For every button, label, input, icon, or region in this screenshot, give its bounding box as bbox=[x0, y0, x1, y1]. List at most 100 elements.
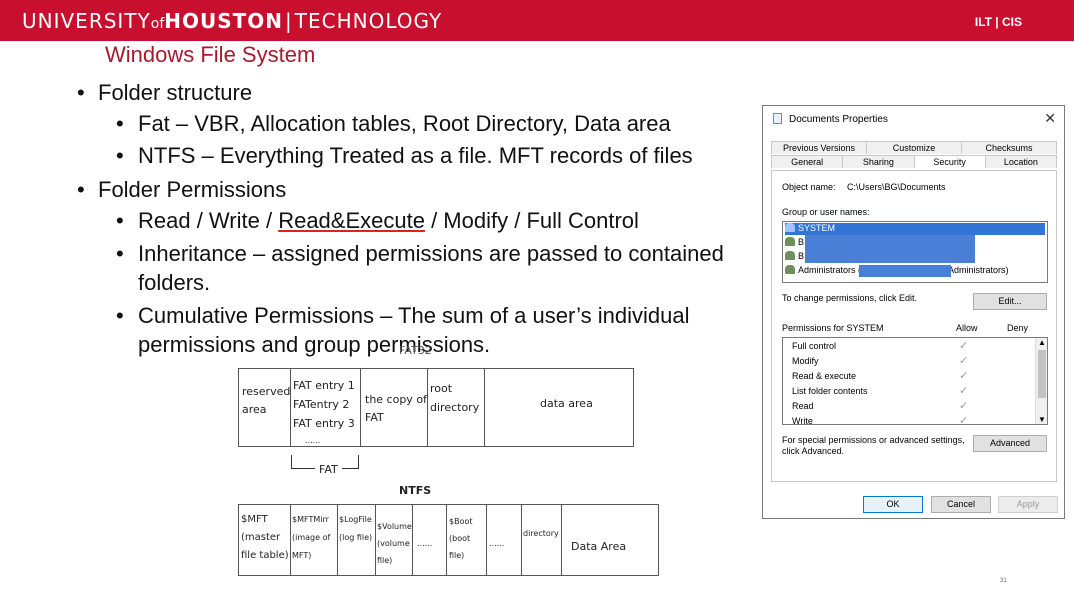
user-item-b2[interactable]: B bbox=[785, 251, 804, 263]
allow-check-icon: ✓ bbox=[959, 355, 969, 367]
ntfs-title: NTFS bbox=[399, 484, 432, 497]
fat32-title: FAT32 bbox=[399, 344, 432, 357]
user-item-administrators[interactable]: Administrators ( bbox=[785, 265, 861, 277]
department-label: ILT | CIS bbox=[974, 15, 1022, 29]
root-directory-cell: root directory bbox=[428, 369, 485, 446]
mft-label-3: file table) bbox=[241, 550, 289, 561]
tab-customize[interactable]: Customize bbox=[866, 141, 961, 154]
permission-name: Full control bbox=[792, 341, 837, 351]
fat-entry: FATentry 2 bbox=[293, 398, 350, 411]
fat-brace-label: FAT bbox=[315, 463, 342, 476]
boot-label-3: file) bbox=[449, 551, 465, 560]
ellipsis-cell: ...... bbox=[413, 505, 447, 575]
security-panel: Object name: C:\Users\BG\Documents Group… bbox=[771, 170, 1057, 482]
scrollbar-thumb[interactable] bbox=[1038, 350, 1046, 398]
fat-entry: FAT entry 1 bbox=[293, 379, 355, 392]
volume-label-2: (volume bbox=[377, 539, 410, 548]
cancel-button[interactable]: Cancel bbox=[931, 496, 991, 513]
permission-row: Write ✓ bbox=[783, 414, 1035, 424]
tab-security[interactable]: Security bbox=[913, 155, 985, 168]
chevron-up-icon[interactable]: ▲ bbox=[1038, 338, 1046, 347]
permissions-list[interactable]: Full control ✓ Modify ✓ Read & execute ✓ Li… bbox=[782, 337, 1048, 425]
user-name: B bbox=[798, 237, 805, 247]
mftmirr-cell: $MFTMirr (image of MFT) bbox=[291, 505, 338, 575]
user-item-administrators-suffix: Administrators) bbox=[948, 265, 1009, 275]
logo-houston: HOUSTON bbox=[164, 9, 284, 33]
tab-checksums[interactable]: Checksums bbox=[961, 141, 1057, 154]
user-group-icon bbox=[785, 223, 795, 232]
permission-row: Read ✓ bbox=[783, 399, 1035, 414]
allow-check-icon: ✓ bbox=[959, 400, 969, 412]
bullet-folder-structure: Folder structure bbox=[74, 76, 744, 109]
root-label: root bbox=[430, 382, 453, 395]
university-logo: UNIVERSITYofHOUSTON | TECHNOLOGY bbox=[22, 9, 442, 33]
tab-previous-versions[interactable]: Previous Versions bbox=[771, 141, 866, 154]
tabs-row-top: Previous Versions Customize Checksums bbox=[771, 141, 1057, 154]
permissions-for-label: Permissions for SYSTEM bbox=[782, 323, 884, 333]
ok-button[interactable]: OK bbox=[863, 496, 923, 513]
mftmirr-label-2: (image of bbox=[292, 533, 331, 542]
dialog-title: Documents Properties bbox=[789, 114, 888, 125]
slide-title: Windows File System bbox=[105, 42, 316, 67]
directory-label: directory bbox=[523, 529, 559, 538]
bullet-list: Folder structure Fat – VBR, Allocation t… bbox=[74, 76, 744, 363]
logfile-label: $LogFile bbox=[339, 515, 372, 524]
ntfs-layout-box: $MFT (master file table) $MFTMirr (image… bbox=[238, 504, 659, 576]
user-group-icon bbox=[785, 265, 795, 274]
boot-label-2: (boot bbox=[449, 534, 471, 543]
user-list[interactable]: SYSTEM B B Administrators ( Administrato… bbox=[782, 221, 1048, 283]
logfile-label-2: (log file) bbox=[339, 533, 373, 542]
fat-entry: FAT entry 3 bbox=[293, 417, 355, 430]
chevron-down-icon[interactable]: ▼ bbox=[1038, 415, 1046, 424]
documents-properties-dialog: Documents Properties ✕ Previous Versions… bbox=[762, 105, 1065, 519]
user-icon bbox=[785, 251, 795, 260]
mftmirr-label-3: MFT) bbox=[292, 551, 312, 560]
tab-sharing[interactable]: Sharing bbox=[842, 155, 914, 168]
mftmirr-label: $MFTMirr bbox=[292, 515, 329, 524]
user-item-b1[interactable]: B bbox=[785, 237, 804, 249]
boot-label: $Boot bbox=[449, 517, 473, 526]
allow-check-icon: ✓ bbox=[959, 340, 969, 352]
user-item-system[interactable]: SYSTEM bbox=[785, 223, 1045, 235]
bullet-permission-types: Read / Write / Read&Execute / Modify / F… bbox=[74, 206, 744, 235]
fat-copy-label: the copy of bbox=[365, 393, 427, 406]
mft-label: $MFT bbox=[241, 514, 268, 525]
tab-location[interactable]: Location bbox=[984, 155, 1057, 168]
object-name-value: C:\Users\BG\Documents bbox=[847, 182, 946, 192]
dialog-titlebar: Documents Properties ✕ bbox=[763, 106, 1064, 131]
allow-header: Allow bbox=[956, 323, 978, 333]
permission-row: Modify ✓ bbox=[783, 354, 1035, 369]
fat-copy-label-2: FAT bbox=[365, 411, 384, 424]
allow-check-icon: ✓ bbox=[959, 385, 969, 397]
reserved-label: reserved bbox=[242, 385, 291, 398]
directory-cell: directory bbox=[522, 505, 562, 575]
permissions-scrollbar[interactable]: ▲ ▼ bbox=[1035, 338, 1047, 424]
logo-university: UNIVERSITY bbox=[22, 9, 151, 33]
bullet-ntfs: NTFS – Everything Treated as a file. MFT… bbox=[74, 141, 744, 170]
group-names-label: Group or user names: bbox=[782, 207, 870, 217]
header-bar: UNIVERSITYofHOUSTON | TECHNOLOGY ILT | CIS bbox=[0, 0, 1074, 41]
allow-check-icon: ✓ bbox=[959, 370, 969, 382]
ntfs-data-area-label: Data Area bbox=[571, 540, 627, 553]
permission-name: Read bbox=[792, 401, 814, 411]
logfile-cell: $LogFile (log file) bbox=[338, 505, 376, 575]
bullet-fat: Fat – VBR, Allocation tables, Root Direc… bbox=[74, 109, 744, 138]
advanced-button[interactable]: Advanced bbox=[973, 435, 1047, 452]
logo-of: of bbox=[150, 16, 165, 32]
close-icon[interactable]: ✕ bbox=[1044, 110, 1056, 127]
volume-label-3: file) bbox=[377, 556, 393, 565]
root-label-2: directory bbox=[430, 401, 480, 414]
apply-button[interactable]: Apply bbox=[998, 496, 1058, 513]
data-area-label: data area bbox=[540, 397, 593, 410]
edit-button[interactable]: Edit... bbox=[973, 293, 1047, 310]
user-name: B bbox=[798, 251, 805, 261]
deny-header: Deny bbox=[1007, 323, 1029, 333]
boot-cell: $Boot (boot file) bbox=[447, 505, 487, 575]
ellipsis-label-2: ...... bbox=[489, 539, 505, 548]
permission-name: List folder contents bbox=[792, 386, 868, 396]
user-name: SYSTEM bbox=[798, 223, 836, 233]
redaction-box bbox=[859, 265, 951, 277]
ntfs-data-area-cell: Data Area bbox=[562, 505, 658, 575]
object-name-label: Object name: bbox=[782, 182, 836, 192]
tab-general[interactable]: General bbox=[771, 155, 843, 168]
